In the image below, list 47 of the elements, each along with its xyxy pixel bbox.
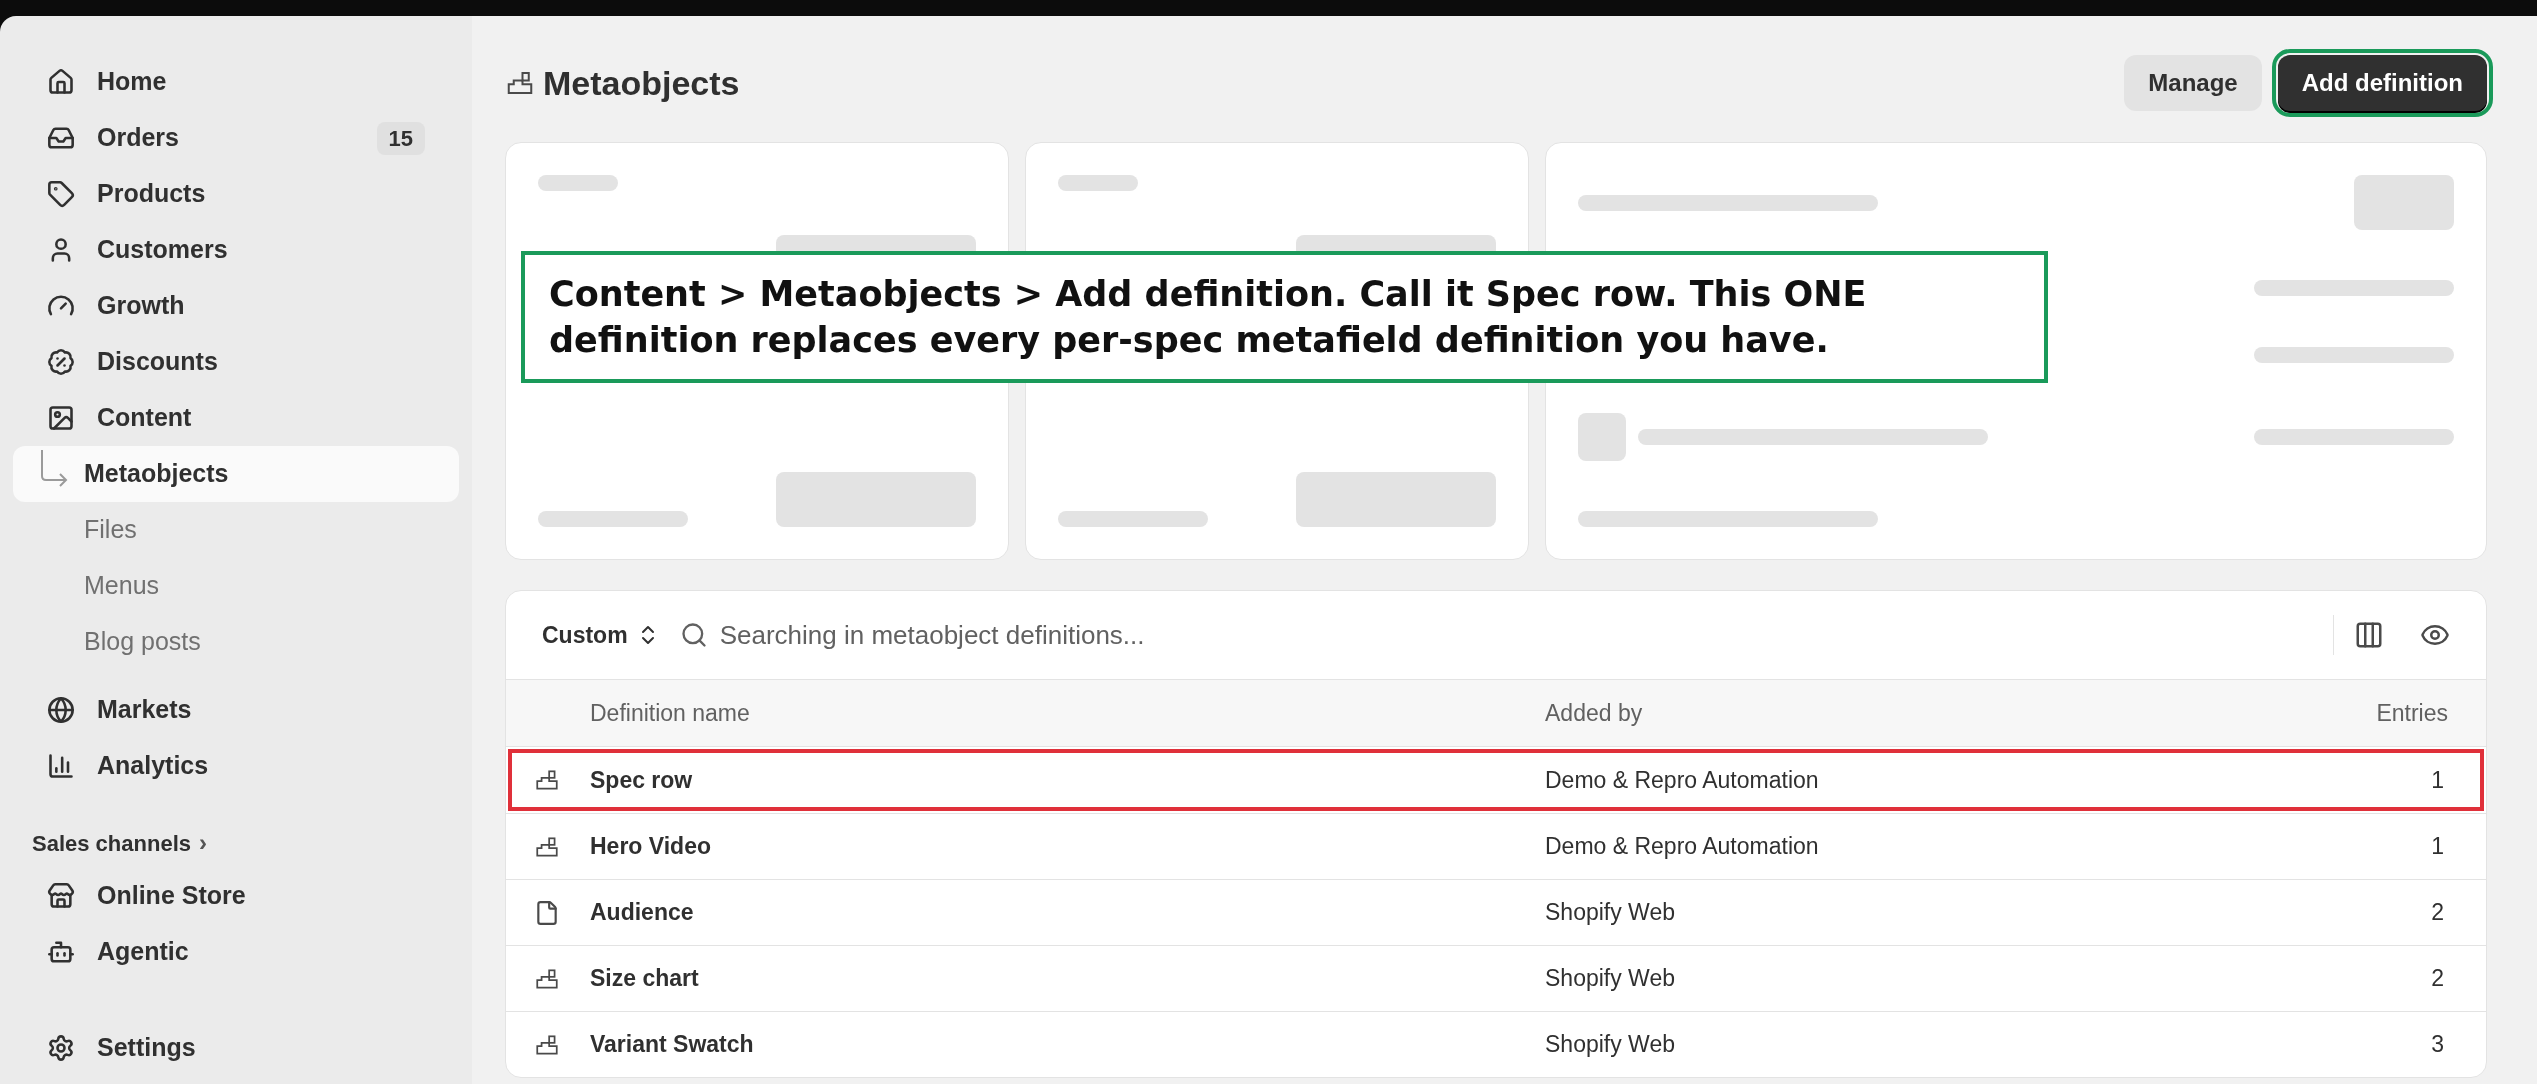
definition-name: Hero Video [590,832,712,862]
added-by: Demo & Repro Automation [1545,832,1820,862]
nav-item[interactable]: Products [13,166,459,222]
search-field[interactable]: Searching in metaobject definitions... [719,615,2313,655]
column-header: Definition name [590,698,751,728]
nav-item[interactable]: Growth [13,278,459,334]
nav-item[interactable]: Settings [13,1020,459,1076]
nav-subitem[interactable]: Metaobjects [13,446,459,502]
nav-subitem[interactable]: Blog posts [13,614,459,670]
entries-count: 2 [2431,898,2445,928]
column-header: Added by [1545,698,1644,728]
count-badge: 15 [376,121,425,155]
entries-count: 1 [2431,832,2445,862]
nav-item[interactable]: Agentic [13,924,459,980]
table-row[interactable]: Variant Swatch Shopify Web 3 [506,1011,2486,1077]
entries-count: 1 [2431,765,2445,795]
added-by: Shopify Web [1545,898,1676,928]
definition-name: Audience [590,898,695,928]
section-heading[interactable]: Sales channels › [0,818,472,868]
table-row[interactable]: Size chart Shopify Web 2 [506,945,2486,1011]
added-by: Shopify Web [1545,964,1676,994]
filter-dropdown[interactable]: Custom [542,617,660,653]
nav-item[interactable]: Online Store [13,868,459,924]
nav-item[interactable]: Markets [13,682,459,738]
nav-subitem[interactable]: Menus [13,558,459,614]
page-button[interactable]: Manage [2124,55,2262,111]
nav-item[interactable]: Analytics [13,738,459,794]
nav-item[interactable]: Discounts [13,334,459,390]
annotation-callout: Content > Metaobjects > Add definition. Call it Spec row. This ONE definition replaces every per-spec metafield definition you have. [521,251,2048,383]
page-title: Metaobjects [543,62,740,104]
table-row[interactable]: Spec row Demo & Repro Automation 1 [506,747,2486,813]
entries-count: 3 [2431,1030,2445,1060]
definition-name: Size chart [590,964,700,994]
table-row[interactable]: Audience Shopify Web 2 [506,879,2486,945]
chevron-icon: › [199,825,207,861]
nav-item[interactable]: Content [13,390,459,446]
nav-item[interactable]: Home [13,54,459,110]
added-by: Shopify Web [1545,1030,1676,1060]
definition-name: Variant Swatch [590,1030,755,1060]
nav-item[interactable]: Orders 15 [13,110,459,166]
added-by: Demo & Repro Automation [1545,765,1820,795]
nav-item[interactable]: Customers [13,222,459,278]
column-header: Entries [2376,698,2449,728]
table-row[interactable]: Hero Video Demo & Repro Automation 1 [506,813,2486,879]
entries-count: 2 [2431,964,2445,994]
nav-subitem[interactable]: Files [13,502,459,558]
definition-name: Spec row [590,765,694,795]
